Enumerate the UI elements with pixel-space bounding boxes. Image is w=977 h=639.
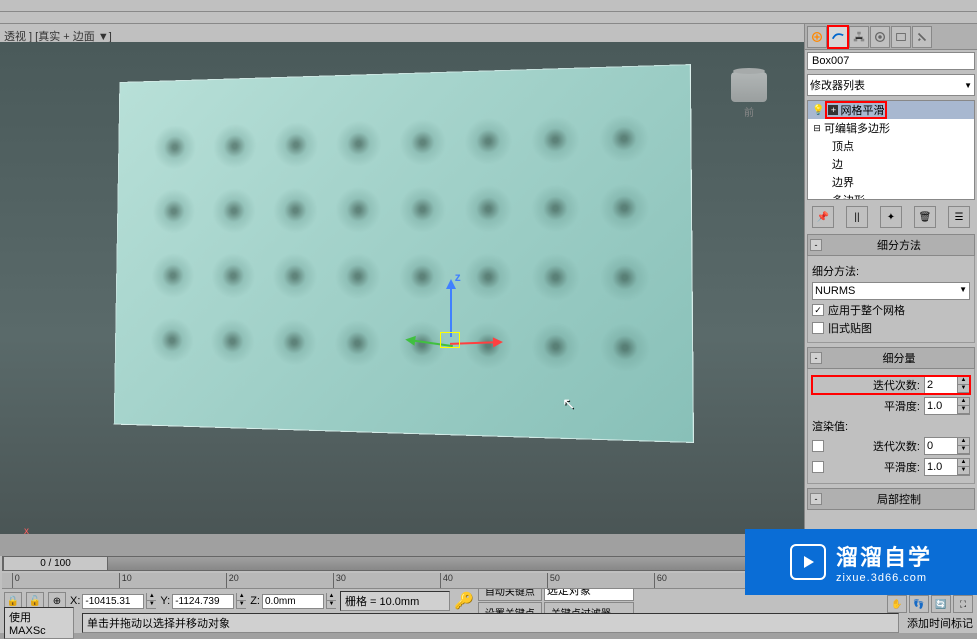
render-smoothness-spinner[interactable]: ▲▼	[924, 458, 970, 476]
rollout-toggle[interactable]: -	[810, 493, 822, 505]
maximize-button[interactable]: ⛶	[953, 595, 973, 613]
create-tab[interactable]	[807, 26, 827, 48]
maxscript-field[interactable]: 使用 MAXSc	[4, 607, 74, 639]
object-name-field[interactable]: Box007	[807, 52, 975, 70]
watermark: 溜溜自学 zixue.3d66.com	[745, 529, 977, 595]
smoothness-input[interactable]	[925, 398, 957, 414]
smoothness-spinner[interactable]: ▲▼	[924, 397, 970, 415]
pan-button[interactable]: ✋	[887, 595, 907, 613]
x-input[interactable]	[82, 594, 144, 609]
add-time-tag[interactable]: 添加时间标记	[907, 615, 973, 631]
walk-button[interactable]: 👣	[909, 595, 929, 613]
toolbar-strip	[0, 12, 977, 24]
modifier-list-label: 修改器列表	[810, 77, 865, 93]
y-coord[interactable]: Y: ▲▼	[160, 593, 246, 609]
iterations-label: 迭代次数:	[873, 377, 920, 393]
stack-item-label: 可编辑多边形	[824, 120, 890, 136]
subdiv-method-label: 细分方法:	[812, 263, 859, 279]
y-input[interactable]	[172, 594, 234, 609]
utilities-tab[interactable]	[912, 26, 932, 48]
transform-gizmo[interactable]: z	[390, 282, 510, 402]
remove-modifier-button[interactable]: 🗑	[914, 206, 936, 228]
play-icon	[790, 544, 826, 580]
render-values-label: 渲染值:	[812, 418, 848, 434]
key-icon[interactable]: 🔑	[454, 591, 474, 611]
subdivision-method-rollout: - 细分方法 细分方法: NURMS ▼ ✓ 应用于整个网格 旧式贴图	[807, 234, 975, 343]
motion-tab[interactable]	[870, 26, 890, 48]
subdiv-method-dropdown[interactable]: NURMS ▼	[812, 282, 970, 300]
show-end-result-button[interactable]: ||	[846, 206, 868, 228]
hierarchy-tab[interactable]	[849, 26, 869, 48]
spinner-down[interactable]: ▼	[958, 385, 969, 393]
make-unique-button[interactable]: ✦	[880, 206, 902, 228]
viewport[interactable]: 透视 ] [真实 + 边面 ▼] z	[0, 24, 804, 534]
subdivision-amount-rollout: - 细分量 迭代次数: ▲▼ 平滑度: ▲▼	[807, 347, 975, 484]
minus-icon[interactable]: ⊟	[812, 123, 822, 133]
smoothness-label: 平滑度:	[884, 398, 920, 414]
rollout-header[interactable]: - 细分量	[807, 347, 975, 369]
iterations-input[interactable]	[925, 377, 957, 393]
bulb-icon[interactable]: 💡	[812, 105, 824, 116]
render-iterations-checkbox[interactable]	[812, 440, 824, 452]
display-tab[interactable]	[891, 26, 911, 48]
stack-item-label: 网格平滑	[840, 102, 884, 118]
status-bar: 使用 MAXSc 单击并拖动以选择并移动对象 添加时间标记	[0, 613, 977, 633]
x-coord[interactable]: X: ▲▼	[70, 593, 156, 609]
axis-z[interactable]	[450, 282, 452, 337]
modifier-list-dropdown[interactable]: 修改器列表 ▼	[807, 74, 975, 96]
status-prompt: 单击并拖动以选择并移动对象	[82, 613, 899, 633]
pin-stack-button[interactable]: 📌	[812, 206, 834, 228]
old-style-label: 旧式贴图	[828, 320, 872, 336]
viewcube[interactable]: 前	[724, 72, 774, 122]
render-smoothness-checkbox[interactable]	[812, 461, 824, 473]
stack-toolbar: 📌 || ✦ 🗑 ☰	[807, 206, 975, 228]
viewport-nav-buttons: ✋ 👣 🔄 ⛶	[885, 593, 975, 615]
stack-item-border[interactable]: 边界	[808, 173, 974, 191]
modifier-stack[interactable]: 💡 + 网格平滑 ⊟ 可编辑多边形 顶点 边 边界 多边形	[807, 100, 975, 200]
local-control-rollout: - 局部控制	[807, 488, 975, 510]
stack-item-meshsmooth[interactable]: 💡 + 网格平滑	[808, 101, 974, 119]
command-panel-tabs	[805, 24, 977, 50]
stack-item-edge[interactable]: 边	[808, 155, 974, 173]
title-bar	[0, 0, 977, 12]
rollout-toggle[interactable]: -	[810, 352, 822, 364]
orbit-button[interactable]: 🔄	[931, 595, 951, 613]
old-style-checkbox[interactable]	[812, 322, 824, 334]
stack-item-editable-poly[interactable]: ⊟ 可编辑多边形	[808, 119, 974, 137]
rollout-header[interactable]: - 局部控制	[807, 488, 975, 510]
iterations-spinner[interactable]: ▲▼	[924, 376, 970, 394]
gizmo-center[interactable]	[440, 332, 460, 348]
stack-item-polygon[interactable]: 多边形	[808, 191, 974, 200]
time-slider[interactable]: 0 / 100	[3, 556, 108, 571]
chevron-down-icon: ▼	[959, 285, 967, 297]
rollout-header[interactable]: - 细分方法	[807, 234, 975, 256]
spinner-up[interactable]: ▲	[958, 377, 969, 385]
modify-tab[interactable]	[828, 26, 848, 48]
render-iterations-spinner[interactable]: ▲▼	[924, 437, 970, 455]
grid-display: 栅格 = 10.0mm	[340, 591, 450, 611]
plus-icon[interactable]: +	[828, 105, 838, 115]
apply-whole-label: 应用于整个网格	[828, 302, 905, 318]
chevron-down-icon: ▼	[964, 81, 972, 90]
configure-sets-button[interactable]: ☰	[948, 206, 970, 228]
z-input[interactable]	[262, 594, 324, 609]
rollout-toggle[interactable]: -	[810, 239, 822, 251]
command-panel: Box007 修改器列表 ▼ 💡 + 网格平滑 ⊟ 可编辑多边形 顶点 边 边界	[804, 24, 977, 534]
stack-item-vertex[interactable]: 顶点	[808, 137, 974, 155]
apply-whole-checkbox[interactable]: ✓	[812, 304, 824, 316]
z-coord[interactable]: Z: ▲▼	[250, 593, 336, 609]
